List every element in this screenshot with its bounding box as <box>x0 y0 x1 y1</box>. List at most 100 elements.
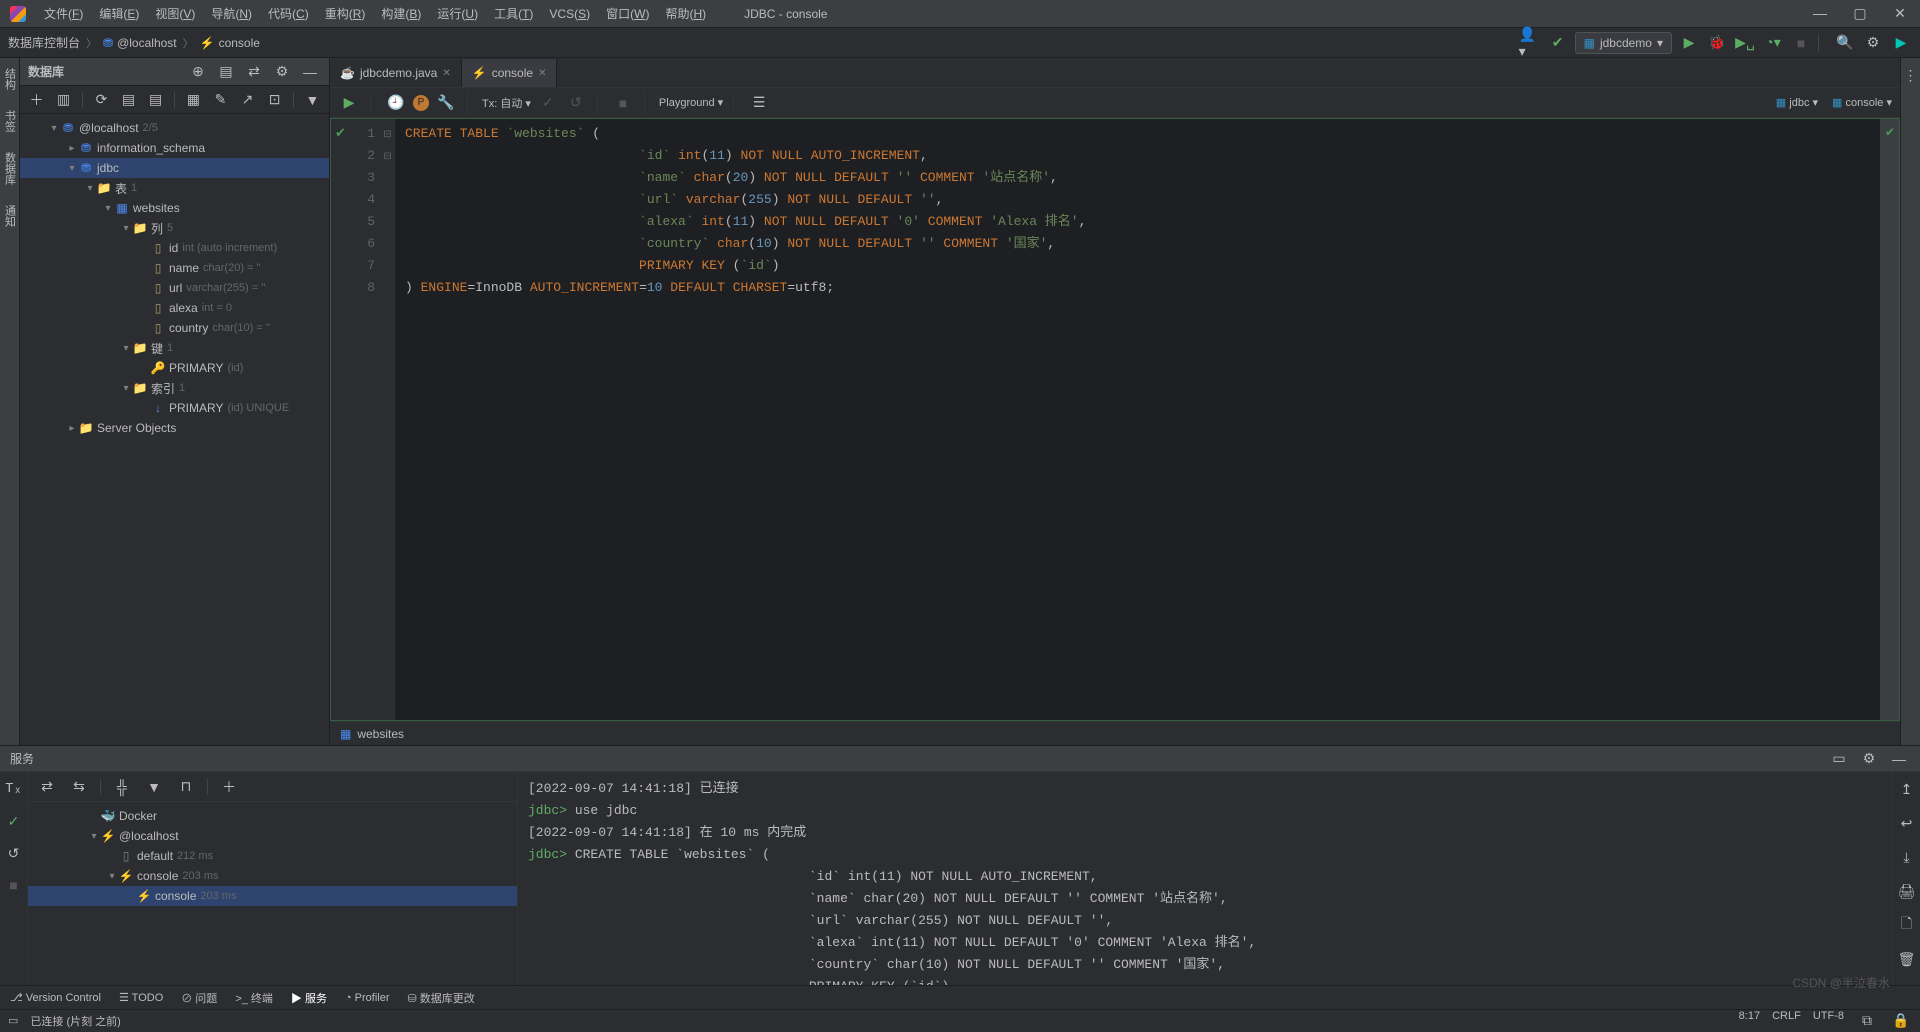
tree-row[interactable]: ▾📁列5 <box>20 218 329 238</box>
menu-item[interactable]: 运行(U) <box>429 3 486 25</box>
editor-tab[interactable]: ☕jdbcdemo.java✕ <box>330 59 462 87</box>
menu-item[interactable]: 编辑(E) <box>91 3 147 25</box>
search-icon[interactable]: 🔍 <box>1834 32 1856 54</box>
code-with-me-icon[interactable]: ▶ <box>1890 32 1912 54</box>
user-icon[interactable]: 👤▾ <box>1519 32 1541 54</box>
gear-icon[interactable]: ⚙ <box>1858 748 1880 770</box>
menu-item[interactable]: 文件(F) <box>36 3 91 25</box>
menu-item[interactable]: 代码(C) <box>260 3 317 25</box>
tree-row[interactable]: ▯countrychar(10) = '' <box>20 318 329 338</box>
services-tree[interactable]: 🐳Docker▾⚡@localhost▯default212 ms▾⚡conso… <box>28 802 517 985</box>
tree-row[interactable]: ▯namechar(20) = '' <box>20 258 329 278</box>
cancel-running-icon[interactable]: ■ <box>612 92 634 114</box>
add-icon[interactable]: ＋ <box>28 89 45 111</box>
hide-panel-icon[interactable]: — <box>1888 748 1910 770</box>
close-tab-icon[interactable]: ✕ <box>442 68 450 79</box>
bottom-tab[interactable]: ☰ TODO <box>119 991 163 1004</box>
clear-icon[interactable]: 🗋 <box>1896 914 1918 936</box>
line-separator[interactable]: CRLF <box>1772 1010 1801 1032</box>
schema-selector-jdbc[interactable]: ▦ jdbc ▾ <box>1776 96 1818 109</box>
playground-selector[interactable]: Playground ▾ <box>659 96 723 109</box>
debug-button[interactable]: 🐞 <box>1706 32 1728 54</box>
tx-mode-selector[interactable]: Tx: 自动 ▾ <box>482 95 531 111</box>
indent-icon[interactable]: ⧉ <box>1856 1010 1878 1032</box>
stop-sync-icon[interactable]: ▤ <box>120 89 137 111</box>
bottom-tab[interactable]: >_ 终端 <box>235 990 273 1006</box>
maximize-button[interactable]: ▢ <box>1840 5 1880 22</box>
bottom-tab[interactable]: ▶ 服务 <box>291 990 327 1006</box>
menu-item[interactable]: 窗口(W) <box>598 3 657 25</box>
tree-row[interactable]: ▸📁Server Objects <box>20 418 329 438</box>
run-button[interactable]: ▶ <box>1678 32 1700 54</box>
tree-row[interactable]: ▯alexaint = 0 <box>20 298 329 318</box>
printer-icon[interactable]: 🖨 <box>1896 880 1918 902</box>
expand-all-icon[interactable]: ⇄ <box>36 776 58 798</box>
filter-svc-icon[interactable]: ▼ <box>143 776 165 798</box>
menu-item[interactable]: 工具(T) <box>486 3 541 25</box>
table-view-icon[interactable]: ▦ <box>185 89 202 111</box>
bottom-tab[interactable]: ⛁ 数据库更改 <box>408 990 475 1006</box>
rollback-icon[interactable]: ↺ <box>565 92 587 114</box>
refresh-icon[interactable]: ⟳ <box>93 89 110 111</box>
stripe-tab[interactable]: 结构 <box>2 64 18 94</box>
menu-item[interactable]: 视图(V) <box>147 3 203 25</box>
database-tree[interactable]: ▾⛃@localhost2/5▸⛃information_schema▾⛃jdb… <box>20 114 329 745</box>
cancel-icon[interactable]: ■ <box>3 874 25 896</box>
scroll-icon[interactable]: ⤓ <box>1896 846 1918 868</box>
bottom-tab[interactable]: ⊘ 问题 <box>181 990 217 1006</box>
tree-row[interactable]: ▾📁索引1 <box>20 378 329 398</box>
update-icon[interactable]: ✔ <box>1547 32 1569 54</box>
tx-icon[interactable]: Tₓ <box>3 778 25 800</box>
service-tree-row[interactable]: ▯default212 ms <box>28 846 517 866</box>
stop-button[interactable]: ■ <box>1790 32 1812 54</box>
close-button[interactable]: ✕ <box>1880 5 1920 22</box>
jump-to-source-icon[interactable]: ▤ <box>147 89 164 111</box>
run-config-selector[interactable]: ▦ jdbcdemo ▾ <box>1575 32 1672 54</box>
sync-icon[interactable]: ⇄ <box>243 61 265 83</box>
service-tree-row[interactable]: ▾⚡console203 ms <box>28 866 517 886</box>
commit-icon[interactable]: ✓ <box>3 810 25 832</box>
commit-icon[interactable]: ✓ <box>537 92 559 114</box>
tree-row[interactable]: ↓PRIMARY(id) UNIQUE <box>20 398 329 418</box>
menu-item[interactable]: 重构(R) <box>317 3 374 25</box>
more-tools-icon[interactable]: ⋮ <box>1901 64 1920 86</box>
execute-button[interactable]: ▶ <box>338 92 360 114</box>
history-icon[interactable]: 🕘 <box>385 92 407 114</box>
gear-icon[interactable]: ⚙ <box>271 61 293 83</box>
new-datasource-icon[interactable]: ⊕ <box>187 61 209 83</box>
pin-icon[interactable]: ⊓ <box>175 776 197 798</box>
wrench-icon[interactable]: 🔧 <box>435 92 457 114</box>
editor-tab[interactable]: ⚡console✕ <box>462 59 558 87</box>
close-tab-icon[interactable]: ✕ <box>538 68 546 79</box>
rollback-icon[interactable]: ↺ <box>3 842 25 864</box>
group-icon[interactable]: ╬ <box>111 776 133 798</box>
breadcrumb-item[interactable]: 数据库控制台 <box>8 34 80 51</box>
export-icon[interactable]: ↥ <box>1896 778 1918 800</box>
file-encoding[interactable]: UTF-8 <box>1813 1010 1844 1032</box>
stripe-tab[interactable]: 书签 <box>2 106 18 136</box>
code-editor[interactable]: 1✔2345678 ⊟⊟ CREATE TABLE `websites` ( `… <box>330 118 1900 721</box>
tree-row[interactable]: ▸⛃information_schema <box>20 138 329 158</box>
tree-row[interactable]: ▾📁表1 <box>20 178 329 198</box>
stripe-tab[interactable]: 通知 <box>2 201 18 231</box>
settings-icon[interactable]: ⚙ <box>1862 32 1884 54</box>
menu-item[interactable]: 导航(N) <box>203 3 260 25</box>
services-output[interactable]: [2022-09-07 14:41:18] 已连接jdbc> use jdbc[… <box>518 772 1892 985</box>
minimize-button[interactable]: — <box>1800 5 1840 22</box>
caret-position[interactable]: 8:17 <box>1739 1010 1760 1032</box>
tree-row[interactable]: 🔑PRIMARY(id) <box>20 358 329 378</box>
edit-icon[interactable]: ✎ <box>212 89 229 111</box>
service-tree-row[interactable]: 🐳Docker <box>28 806 517 826</box>
menu-item[interactable]: 构建(B) <box>373 3 429 25</box>
bottom-tab[interactable]: ◔ Profiler <box>345 992 390 1004</box>
expand-icon[interactable]: ↗ <box>239 89 256 111</box>
wrap-icon[interactable]: ↩ <box>1896 812 1918 834</box>
profile-button[interactable]: ◔▾ <box>1762 32 1784 54</box>
datasource-props-icon[interactable]: ▤ <box>215 61 237 83</box>
tree-row[interactable]: ▾📁键1 <box>20 338 329 358</box>
coverage-button[interactable]: ▶␣ <box>1734 32 1756 54</box>
tree-row[interactable]: ▯idint (auto increment) <box>20 238 329 258</box>
breadcrumb-item[interactable]: @localhost <box>117 36 177 50</box>
ddl-icon[interactable]: ▥ <box>55 89 72 111</box>
restore-layout-icon[interactable]: ▭ <box>1828 748 1850 770</box>
